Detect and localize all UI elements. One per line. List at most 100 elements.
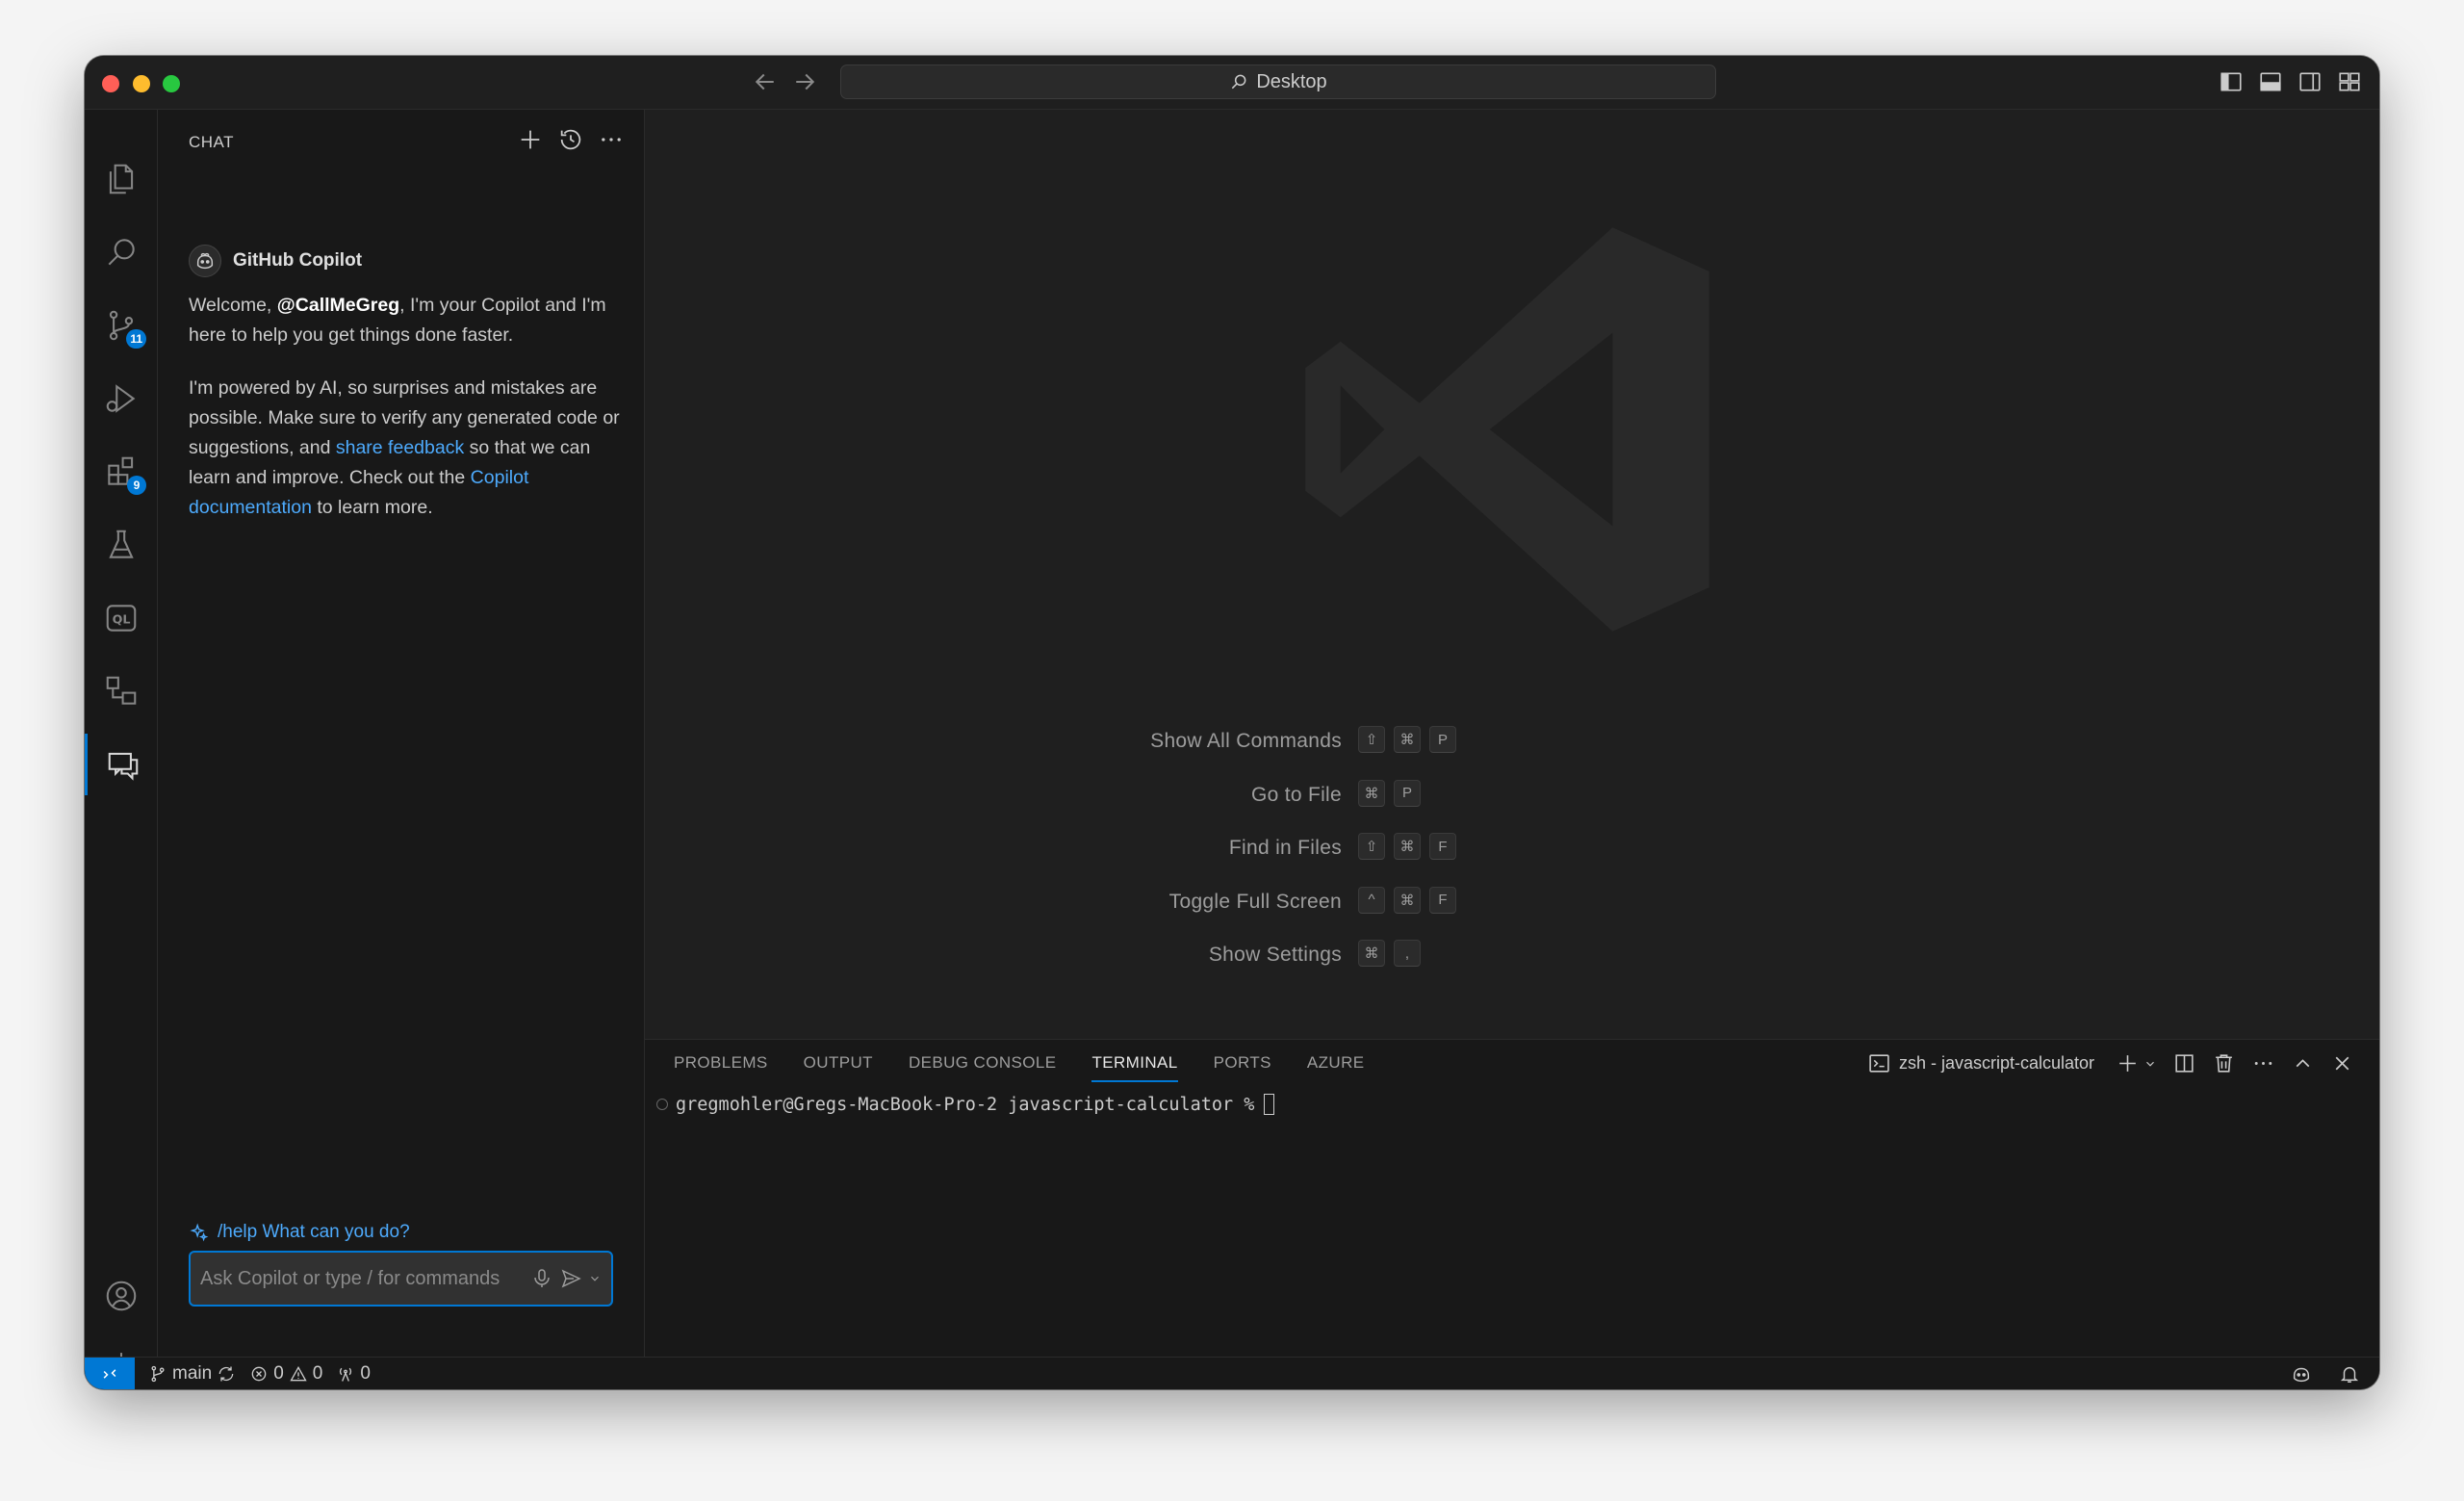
remote-indicator[interactable] <box>85 1357 135 1389</box>
copilot-identity: GitHub Copilot <box>189 245 362 277</box>
chat-button[interactable] <box>85 734 158 795</box>
minimize-window-button[interactable] <box>133 75 150 92</box>
shortcut-row: Find in Files ⇧ ⌘ F <box>982 833 1752 887</box>
shortcut-row: Go to File ⌘ P <box>982 779 1752 834</box>
shortcut-row: Show Settings ⌘, <box>982 940 1752 994</box>
codeql-button[interactable]: QL <box>85 587 158 649</box>
branch-indicator[interactable]: main <box>148 1363 236 1385</box>
remote-explorer-button[interactable] <box>85 660 158 722</box>
more-actions-icon[interactable] <box>2251 1051 2275 1075</box>
shortcut-label[interactable]: Find in Files <box>1229 837 1342 860</box>
chevron-down-icon[interactable] <box>2143 1057 2157 1071</box>
files-icon <box>109 164 134 194</box>
shortcut-label[interactable]: Show Settings <box>1209 944 1342 967</box>
keycap: ^ <box>1358 886 1385 914</box>
toggle-panel-icon[interactable] <box>2258 69 2283 94</box>
more-actions-icon[interactable] <box>598 126 625 153</box>
chat-welcome-message: Welcome, @CallMeGreg, I'm your Copilot a… <box>189 291 627 546</box>
shortcut-row: Toggle Full Screen ^ ⌘ F <box>982 886 1752 941</box>
shortcut-keys: ⇧ ⌘ P <box>1358 726 1456 753</box>
beaker-icon <box>109 530 134 558</box>
microphone-icon[interactable] <box>530 1267 553 1290</box>
explorer-button[interactable] <box>85 148 158 210</box>
back-arrow-icon[interactable] <box>751 67 780 96</box>
keycap: , <box>1394 940 1421 967</box>
history-icon[interactable] <box>557 126 584 153</box>
keycap: P <box>1429 726 1456 753</box>
error-icon <box>251 1366 267 1381</box>
help-suggestion-text: /help What can you do? <box>218 1222 410 1242</box>
branch-name: main <box>172 1362 213 1384</box>
terminal-cursor <box>1264 1094 1275 1115</box>
keycap: ⌘ <box>1394 833 1421 860</box>
forward-arrow-icon[interactable] <box>790 67 819 96</box>
extensions-badge: 9 <box>127 476 146 495</box>
new-terminal-icon[interactable] <box>2116 1051 2140 1075</box>
shortcut-keys: ⇧ ⌘ F <box>1358 833 1456 860</box>
chat-actions <box>517 126 625 153</box>
split-terminal-icon[interactable] <box>2172 1051 2196 1075</box>
source-control-button[interactable]: 11 <box>85 295 158 356</box>
terminal-selector[interactable]: zsh - javascript-calculator <box>1867 1051 2094 1075</box>
panel-actions: zsh - javascript-calculator <box>1867 1051 2354 1075</box>
testing-button[interactable] <box>85 514 158 576</box>
tab-terminal[interactable]: TERMINAL <box>1091 1053 1178 1082</box>
tab-output[interactable]: OUTPUT <box>804 1053 873 1082</box>
run-debug-button[interactable] <box>85 368 158 429</box>
keycap: ⇧ <box>1358 833 1385 860</box>
share-feedback-link[interactable]: share feedback <box>336 437 464 458</box>
error-count: 0 <box>273 1362 284 1384</box>
terminal-prompt-line[interactable]: gregmohler@Gregs-MacBook-Pro-2 javascrip… <box>656 1094 1275 1115</box>
tab-debug-console[interactable]: DEBUG CONSOLE <box>909 1053 1057 1082</box>
search-button[interactable] <box>85 221 158 283</box>
keycap: P <box>1394 779 1421 807</box>
extensions-button[interactable]: 9 <box>85 441 158 503</box>
shortcut-keys: ⌘ P <box>1358 779 1421 807</box>
account-icon <box>106 1281 137 1311</box>
trash-icon[interactable] <box>2212 1051 2236 1075</box>
shortcut-label[interactable]: Toggle Full Screen <box>1169 891 1342 914</box>
disclaimer-text-3: to learn more. <box>311 497 433 518</box>
copilot-name: GitHub Copilot <box>233 250 363 271</box>
run-debug-icon <box>106 384 136 413</box>
zoom-window-button[interactable] <box>163 75 180 92</box>
chevron-down-icon[interactable] <box>588 1272 602 1285</box>
accounts-button[interactable] <box>85 1265 158 1327</box>
maximize-panel-icon[interactable] <box>2291 1051 2315 1075</box>
chat-sidebar: CHAT GitHub Copilot Welcome, @CallMeGreg… <box>158 110 645 1357</box>
send-icon[interactable] <box>559 1267 582 1290</box>
chat-input-box[interactable] <box>189 1251 613 1307</box>
close-icon[interactable] <box>2330 1051 2354 1075</box>
chat-input[interactable] <box>200 1267 525 1290</box>
tab-ports[interactable]: PORTS <box>1214 1053 1271 1082</box>
help-suggestion[interactable]: /help What can you do? <box>189 1222 410 1243</box>
problems-indicator[interactable]: 0 0 <box>249 1363 322 1385</box>
shortcut-label[interactable]: Show All Commands <box>1150 730 1342 753</box>
tab-azure[interactable]: AZURE <box>1307 1053 1365 1082</box>
welcome-username: @CallMeGreg <box>276 295 400 316</box>
sync-icon[interactable] <box>217 1364 236 1384</box>
remote-explorer-icon <box>106 676 137 705</box>
copilot-status-icon[interactable] <box>2291 1363 2312 1385</box>
search-icon <box>1232 74 1246 90</box>
bell-icon[interactable] <box>2339 1363 2360 1385</box>
tab-problems[interactable]: PROBLEMS <box>674 1053 768 1082</box>
shortcut-label[interactable]: Go to File <box>1251 784 1342 807</box>
layout-controls <box>2219 69 2362 94</box>
close-window-button[interactable] <box>102 75 119 92</box>
disclaimer-paragraph: I'm powered by AI, so surprises and mist… <box>189 374 627 523</box>
toggle-primary-sidebar-icon[interactable] <box>2219 69 2244 94</box>
command-center-search[interactable]: Desktop <box>840 65 1716 99</box>
ports-indicator[interactable]: 0 <box>336 1363 371 1385</box>
welcome-paragraph: Welcome, @CallMeGreg, I'm your Copilot a… <box>189 291 627 350</box>
terminal-prompt: gregmohler@Gregs-MacBook-Pro-2 javascrip… <box>676 1094 1255 1115</box>
warning-count: 0 <box>312 1362 323 1384</box>
toggle-secondary-sidebar-icon[interactable] <box>2297 69 2323 94</box>
radio-tower-icon <box>340 1367 352 1382</box>
customize-layout-icon[interactable] <box>2337 69 2362 94</box>
activity-bar: 11 9 QL 1 <box>85 110 158 1389</box>
codeql-icon: QL <box>106 605 137 632</box>
status-bar-right <box>2291 1358 2360 1389</box>
new-chat-icon[interactable] <box>517 126 544 153</box>
command-center-text: Desktop <box>1256 70 1327 92</box>
